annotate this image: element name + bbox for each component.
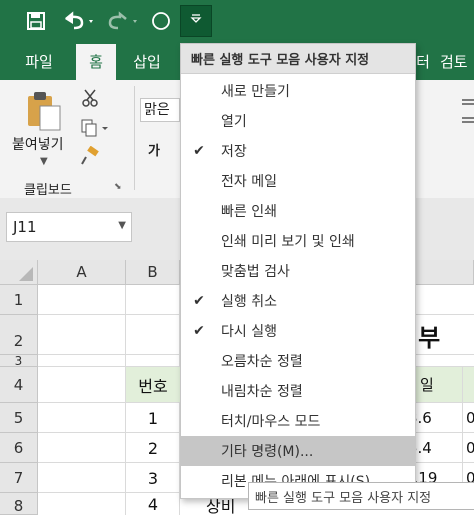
menu-item-label: 오름차순 정렬 [221,354,303,370]
cell-b4[interactable]: 번호 [126,367,180,402]
paste-dropdown-icon[interactable]: ▼ [40,156,48,167]
menu-item-label: 저장 [221,144,247,160]
format-painter-icon[interactable] [80,145,100,170]
quick-access-toolbar [0,0,474,44]
clipboard-launcher-icon[interactable]: ⬊ [114,182,122,192]
menu-item-undo[interactable]: ✔ 실행 취소 [181,286,415,316]
row-header-5[interactable]: 5 [0,403,38,433]
checkmark-icon: ✔ [193,323,205,339]
cut-icon[interactable] [80,88,100,112]
menu-item-label: 터치/마우스 모드 [221,414,321,430]
tab-review[interactable]: 검토 [440,44,474,80]
circle-icon[interactable] [148,6,174,36]
menu-item-label: 전자 메일 [221,174,277,190]
cell-b7[interactable]: 3 [126,463,180,493]
column-header-b[interactable]: B [126,260,180,285]
save-icon[interactable] [22,6,50,36]
name-box[interactable]: J11 ▼ [6,212,132,242]
chevron-down-icon[interactable]: ▼ [118,220,126,231]
tab-insert[interactable]: 삽입 [122,44,172,80]
menu-item-label: 다시 실행 [221,324,277,340]
menu-item-label: 열기 [221,114,247,130]
menu-item-spell-check[interactable]: 맞춤법 검사 [181,256,415,286]
row-header-8[interactable]: 8 [0,493,38,515]
paste-icon[interactable] [24,90,64,138]
cell-b5[interactable]: 1 [126,403,180,433]
menu-item-label: 빠른 인쇄 [221,204,277,220]
customize-qat-menu: 빠른 실행 도구 모음 사용자 지정 새로 만들기열기 ✔ 저장전자 메일빠른 인쇄… [180,43,416,499]
header-cell-date[interactable]: 일 [420,367,434,402]
tab-file[interactable]: 파일 [14,44,64,80]
bold-button[interactable]: 가 [148,140,160,159]
row-header-2[interactable]: 2 [0,315,38,355]
font-name-box[interactable]: 맑은 [140,98,180,122]
menu-item-label: 실행 취소 [221,294,277,310]
row-header-6[interactable]: 6 [0,433,38,463]
menu-item-quick-print[interactable]: 빠른 인쇄 [181,196,415,226]
gridline [462,367,463,492]
row-header-7[interactable]: 7 [0,463,38,493]
customize-qat-button[interactable] [180,5,212,37]
column-header-a[interactable]: A [38,260,126,285]
undo-icon[interactable] [60,6,98,36]
menu-item-touch-mode[interactable]: 터치/마우스 모드 [181,406,415,436]
menu-item-label: 기타 명령(M)... [221,444,314,460]
align-icon[interactable] [460,96,474,130]
paste-label[interactable]: 붙여넣기 [12,134,64,154]
menu-item-sort-asc[interactable]: 오름차순 정렬 [181,346,415,376]
menu-item-sort-desc[interactable]: 내림차순 정렬 [181,376,415,406]
menu-item-print-preview[interactable]: 인쇄 미리 보기 및 인쇄 [181,226,415,256]
chevron-down-icon [189,12,203,30]
menu-item-label: 맞춤법 검사 [221,264,290,280]
menu-item-new[interactable]: 새로 만들기 [181,76,415,106]
cell-zero-r6[interactable]: 0 [466,433,474,463]
menu-item-label: 인쇄 미리 보기 및 인쇄 [221,234,355,250]
copy-icon[interactable] [80,118,110,142]
row-header-1[interactable]: 1 [0,285,38,315]
menu-item-open[interactable]: 열기 [181,106,415,136]
row-header-4[interactable]: 4 [0,367,38,403]
cell-b6[interactable]: 2 [126,433,180,463]
checkmark-icon: ✔ [193,293,205,309]
cell-b8[interactable]: 4 [126,493,180,515]
group-divider [134,86,135,190]
menu-item-label: 새로 만들기 [221,84,290,100]
clipboard-group-label: 클립보드 [24,183,72,198]
menu-item-email[interactable]: 전자 메일 [181,166,415,196]
tooltip: 빠른 실행 도구 모음 사용자 지정 [248,482,474,510]
menu-item-more-commands[interactable]: 기타 명령(M)... [181,436,415,466]
name-box-value: J11 [13,218,37,236]
cell-zero-r5[interactable]: 0 [466,403,474,433]
menu-item-redo[interactable]: ✔ 다시 실행 [181,316,415,346]
select-all-corner[interactable] [0,260,38,285]
menu-item-label: 내림차순 정렬 [221,384,303,400]
row-header-3[interactable]: 3 [0,354,38,368]
menu-item-save[interactable]: ✔ 저장 [181,136,415,166]
tab-home[interactable]: 홈 [76,44,116,80]
redo-icon[interactable] [104,6,142,36]
checkmark-icon: ✔ [193,143,205,159]
menu-header: 빠른 실행 도구 모음 사용자 지정 [181,44,415,74]
tab-partial[interactable]: 터 [414,44,432,80]
